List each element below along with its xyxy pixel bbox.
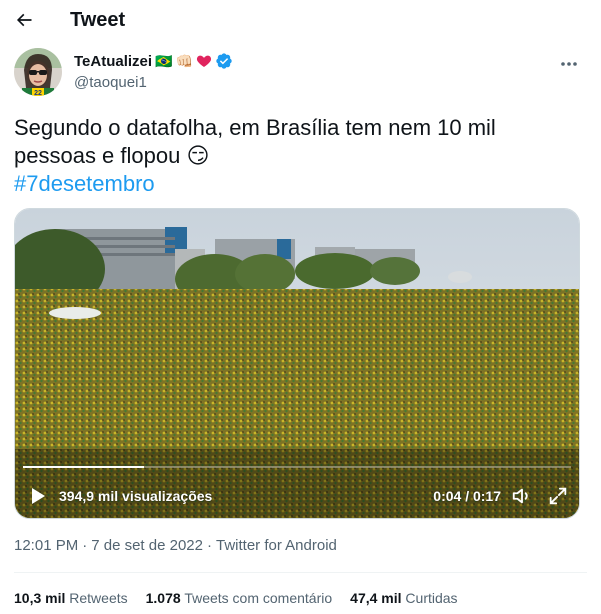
divider [14,572,587,573]
tweet-stats: 10,3 mil Retweets 1.078 Tweets com comen… [14,590,458,606]
likes-stat[interactable]: 47,4 mil Curtidas [350,590,457,606]
more-options-button[interactable] [557,54,581,74]
separator: · [206,537,212,554]
back-button[interactable] [10,6,38,34]
likes-label: Curtidas [405,590,458,606]
fullscreen-icon [549,487,567,505]
top-bar: Tweet [0,0,601,40]
play-button[interactable] [27,485,49,507]
fist-icon: 👊🏻 [175,53,193,69]
video-frame [15,209,579,518]
retweets-label: Retweets [69,590,128,606]
retweets-count: 10,3 mil [14,590,66,606]
more-horizontal-icon [561,62,577,66]
display-name-row: TeAtualizei 🇧🇷 👊🏻 [74,52,233,70]
tweet-time[interactable]: 12:01 PM [14,537,78,554]
avatar[interactable]: 22 [14,48,62,96]
video-player[interactable]: 394,9 mil visualizações 0:04 / 0:17 [14,208,580,519]
tweet-metadata: 12:01 PM · 7 de set de 2022 · Twitter fo… [14,537,337,554]
avatar-badge: 22 [34,90,42,96]
arrow-left-icon [16,13,32,27]
brazil-flag-icon: 🇧🇷 [155,53,173,69]
verified-badge-icon [216,53,232,69]
tweet-text-line-1: Segundo o datafolha, em Brasília tem nem… [14,115,496,140]
video-progress-bar[interactable] [23,466,571,468]
smirk-emoji-icon: 😏 [186,143,210,168]
retweets-stat[interactable]: 10,3 mil Retweets [14,590,128,606]
video-progress-fill [23,466,144,468]
page-title: Tweet [70,9,126,31]
display-name[interactable]: TeAtualizei [74,53,152,70]
quote-tweets-label: Tweets com comentário [184,590,333,606]
hashtag-link[interactable]: #7desetembro [14,170,155,198]
tweet-text: Segundo o datafolha, em Brasília tem nem… [14,114,574,198]
quote-tweets-stat[interactable]: 1.078 Tweets com comentário [146,590,333,606]
video-time: 0:04 / 0:17 [433,488,501,504]
fullscreen-button[interactable] [547,485,569,507]
separator: · [82,537,88,554]
volume-button[interactable] [511,485,533,507]
handle[interactable]: @taoquei1 [74,74,147,91]
heart-icon [196,55,211,67]
view-count: 394,9 mil visualizações [59,488,213,504]
tweet-date[interactable]: 7 de set de 2022 [91,537,203,554]
tweet-text-line-2: pessoas e flopou [14,143,181,168]
tweet-author: 22 TeAtualizei 🇧🇷 👊🏻 @taoquei1 [14,46,587,98]
tweet-source-link[interactable]: Twitter for Android [216,537,337,554]
quote-tweets-count: 1.078 [145,590,181,606]
play-icon [32,488,45,504]
volume-muted-icon [512,488,528,504]
likes-count: 47,4 mil [350,590,402,606]
